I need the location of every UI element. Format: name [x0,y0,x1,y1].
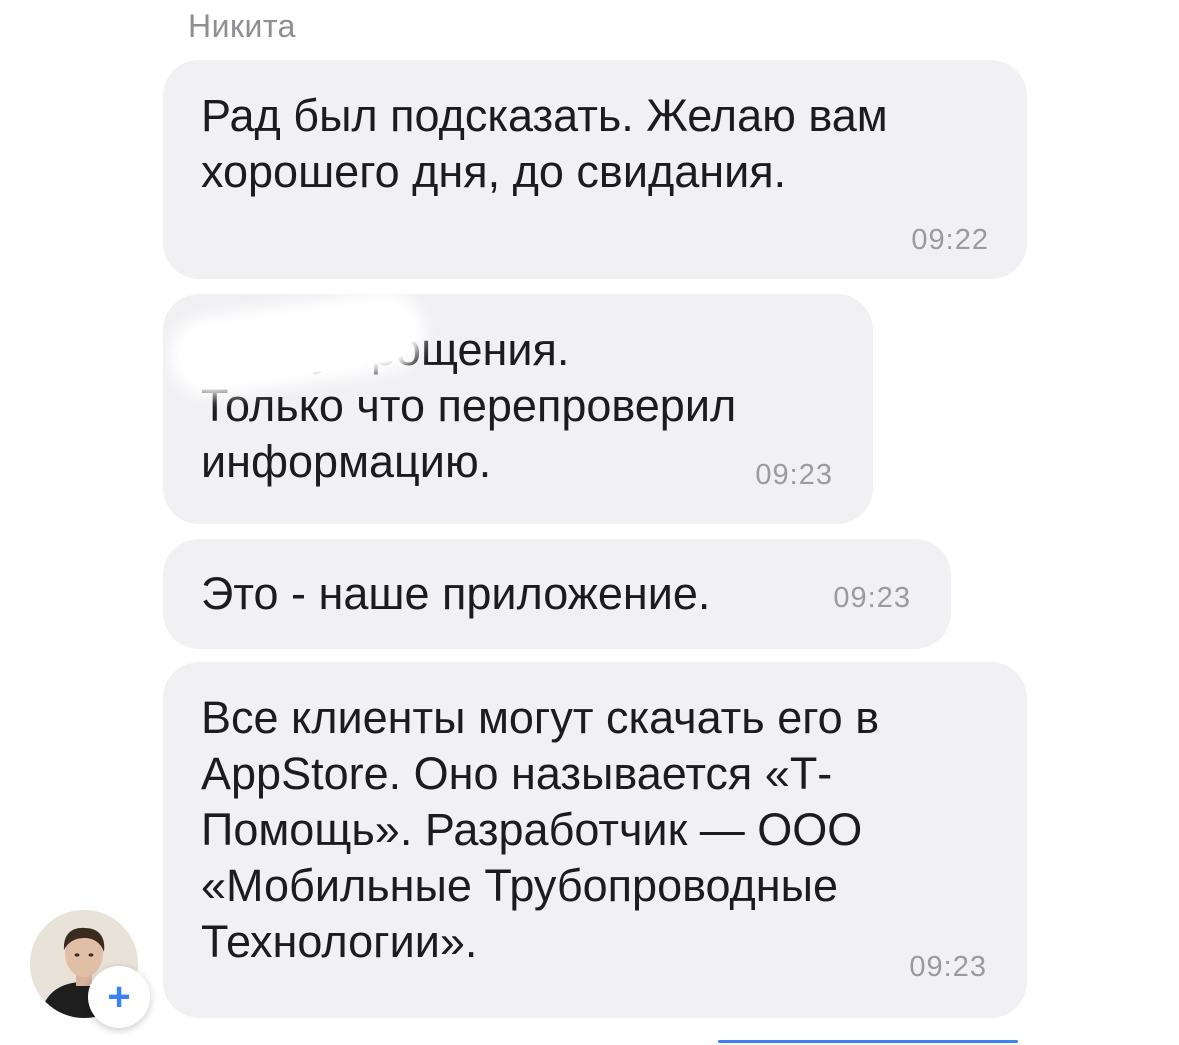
message-time: 09:23 [909,951,987,983]
scroll-indicator [718,1040,1018,1043]
message-text: Это - наше приложение. [201,568,711,619]
message-bubble[interactable]: Все клиенты могут скачать его в AppStore… [163,662,1027,1018]
message-time: 09:23 [755,459,833,491]
message-bubble[interactable]: Это - наше приложение. 09:23 [163,539,951,649]
message-bubble[interactable]: Рад был подсказать. Желаю вам хорошего д… [163,60,1027,279]
message-time: 09:23 [833,582,911,614]
sender-name: Никита [188,8,296,44]
plus-icon: + [107,975,131,1019]
message-text: Рад был подсказать. Желаю вам хорошего д… [201,90,888,197]
message-time: 09:22 [911,224,989,256]
add-contact-button[interactable]: + [88,966,150,1028]
message-text: Все клиенты могут скачать его в AppStore… [201,692,880,967]
message-bubble[interactable]: прошу прощения. Только что перепроверил … [163,294,873,524]
